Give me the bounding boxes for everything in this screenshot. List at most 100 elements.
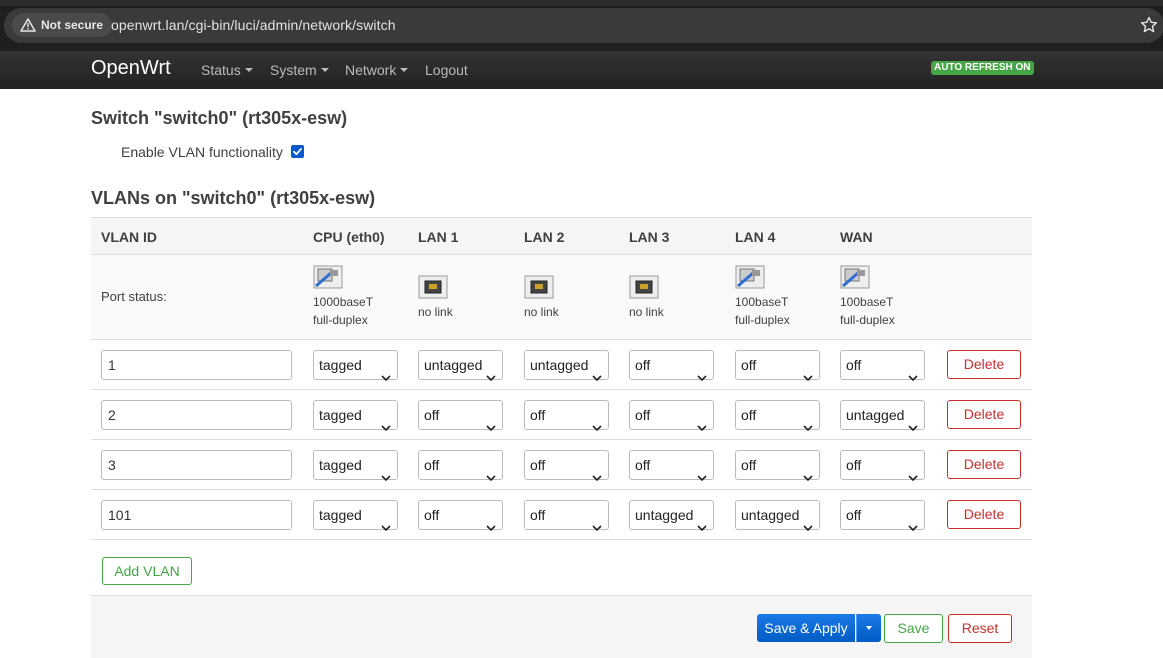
header-wan: WAN <box>840 229 873 245</box>
chevron-down-icon <box>592 412 602 432</box>
form-footer: Save & Apply Save Reset <box>91 595 1032 658</box>
nav-status-label: Status <box>201 62 241 78</box>
nav-logout[interactable]: Logout <box>425 62 468 78</box>
port-mode-value: tagged <box>319 507 362 523</box>
vlan-id-input[interactable]: 1 <box>101 350 292 380</box>
port-status-row: Port status: 1000baseT full-duplex no link… <box>91 255 1032 340</box>
vlan-id-input[interactable]: 101 <box>101 500 292 530</box>
port-mode-select[interactable]: off <box>524 450 609 482</box>
port-mode-select[interactable]: off <box>418 400 503 432</box>
port-mode-value: off <box>846 507 862 523</box>
auto-refresh-badge[interactable]: AUTO REFRESH ON <box>931 61 1034 75</box>
nav-status[interactable]: Status <box>201 62 253 78</box>
port-mode-select[interactable]: off <box>418 500 503 532</box>
port-mode-select[interactable]: off <box>524 400 609 432</box>
port-mode-value: untagged <box>635 507 694 523</box>
tab-strip <box>0 0 1163 6</box>
chevron-down-icon <box>486 362 496 382</box>
vlan-id-input[interactable]: 3 <box>101 450 292 480</box>
port-mode-value: untagged <box>530 357 589 373</box>
port-mode-select[interactable]: off <box>524 500 609 532</box>
chevron-down-icon <box>697 462 707 482</box>
port-mode-select[interactable]: off <box>629 450 714 482</box>
port-mode-select[interactable]: off <box>735 350 820 382</box>
url-text[interactable]: openwrt.lan/cgi-bin/luci/admin/network/s… <box>111 17 396 33</box>
port-mode-select[interactable]: tagged <box>313 450 398 482</box>
chevron-down-icon <box>592 512 602 532</box>
reset-button[interactable]: Reset <box>948 614 1012 643</box>
chevron-down-icon <box>486 512 496 532</box>
port-nolink-icon <box>418 275 448 299</box>
save-apply-button[interactable]: Save & Apply <box>757 614 855 642</box>
enable-vlan-checkbox[interactable] <box>291 145 304 158</box>
port-mode-select[interactable]: off <box>735 400 820 432</box>
port-mode-select[interactable]: off <box>418 450 503 482</box>
port-mode-value: off <box>424 507 440 523</box>
chevron-down-icon <box>381 362 391 382</box>
port-mode-select[interactable]: off <box>735 450 820 482</box>
port-nolink-icon <box>524 275 554 299</box>
port-mode-value: off <box>846 357 862 373</box>
port-status-speed: no link <box>524 305 559 319</box>
save-button[interactable]: Save <box>884 614 943 643</box>
address-bar[interactable]: Not secure openwrt.lan/cgi-bin/luci/admi… <box>4 8 1163 43</box>
port-mode-select[interactable]: tagged <box>313 350 398 382</box>
port-mode-select[interactable]: untagged <box>629 500 714 532</box>
save-apply-dropdown[interactable] <box>856 614 881 642</box>
brand-logo[interactable]: OpenWrt <box>91 57 171 80</box>
port-mode-select[interactable]: untagged <box>524 350 609 382</box>
chevron-down-icon <box>908 512 918 532</box>
port-mode-select[interactable]: untagged <box>735 500 820 532</box>
chevron-down-icon <box>697 512 707 532</box>
chevron-down-icon <box>400 68 409 73</box>
port-mode-select[interactable]: off <box>629 400 714 432</box>
chevron-down-icon <box>486 462 496 482</box>
chevron-down-icon <box>592 462 602 482</box>
nav-system[interactable]: System <box>270 62 329 78</box>
port-status-1: no link <box>418 275 453 321</box>
nav-network[interactable]: Network <box>345 62 409 78</box>
port-mode-value: untagged <box>741 507 800 523</box>
port-status-speed: 100baseT <box>735 295 789 309</box>
delete-vlan-button[interactable]: Delete <box>947 450 1021 479</box>
port-status-3: no link <box>629 275 664 321</box>
port-status-4: 100baseT full-duplex <box>735 265 790 329</box>
port-status-5: 100baseT full-duplex <box>840 265 895 329</box>
chevron-down-icon <box>803 512 813 532</box>
port-status-duplex: full-duplex <box>735 313 790 327</box>
chevron-down-icon <box>908 462 918 482</box>
chevron-down-icon <box>320 68 329 73</box>
port-mode-value: tagged <box>319 457 362 473</box>
add-vlan-button[interactable]: Add VLAN <box>102 557 192 585</box>
delete-vlan-button[interactable]: Delete <box>947 350 1021 379</box>
security-chip[interactable]: Not secure <box>12 13 113 37</box>
header-lan1: LAN 1 <box>418 229 459 245</box>
port-mode-select[interactable]: off <box>840 500 925 532</box>
port-mode-select[interactable]: untagged <box>418 350 503 382</box>
port-mode-select[interactable]: off <box>840 450 925 482</box>
port-mode-value: off <box>741 407 757 423</box>
warning-icon <box>20 18 36 32</box>
chevron-down-icon <box>803 362 813 382</box>
port-mode-value: off <box>530 507 546 523</box>
vlans-title: VLANs on "switch0" (rt305x-esw) <box>91 188 376 208</box>
port-mode-select[interactable]: tagged <box>313 500 398 532</box>
chevron-down-icon <box>244 68 253 73</box>
vlan-id-input[interactable]: 2 <box>101 400 292 430</box>
bookmark-star-icon[interactable] <box>1140 16 1158 34</box>
chevron-down-icon <box>803 462 813 482</box>
port-mode-select[interactable]: off <box>629 350 714 382</box>
port-mode-select[interactable]: off <box>840 350 925 382</box>
port-status-speed: 1000baseT <box>313 295 374 309</box>
enable-vlan-label: Enable VLAN functionality <box>121 144 283 160</box>
port-mode-select[interactable]: untagged <box>840 400 925 432</box>
checkmark-icon <box>293 148 302 156</box>
port-mode-value: off <box>635 407 651 423</box>
security-label: Not secure <box>41 18 104 32</box>
chevron-down-icon <box>381 462 391 482</box>
port-mode-select[interactable]: tagged <box>313 400 398 432</box>
delete-vlan-button[interactable]: Delete <box>947 500 1021 529</box>
delete-vlan-button[interactable]: Delete <box>947 400 1021 429</box>
port-mode-value: off <box>530 457 546 473</box>
chevron-down-icon <box>908 362 918 382</box>
